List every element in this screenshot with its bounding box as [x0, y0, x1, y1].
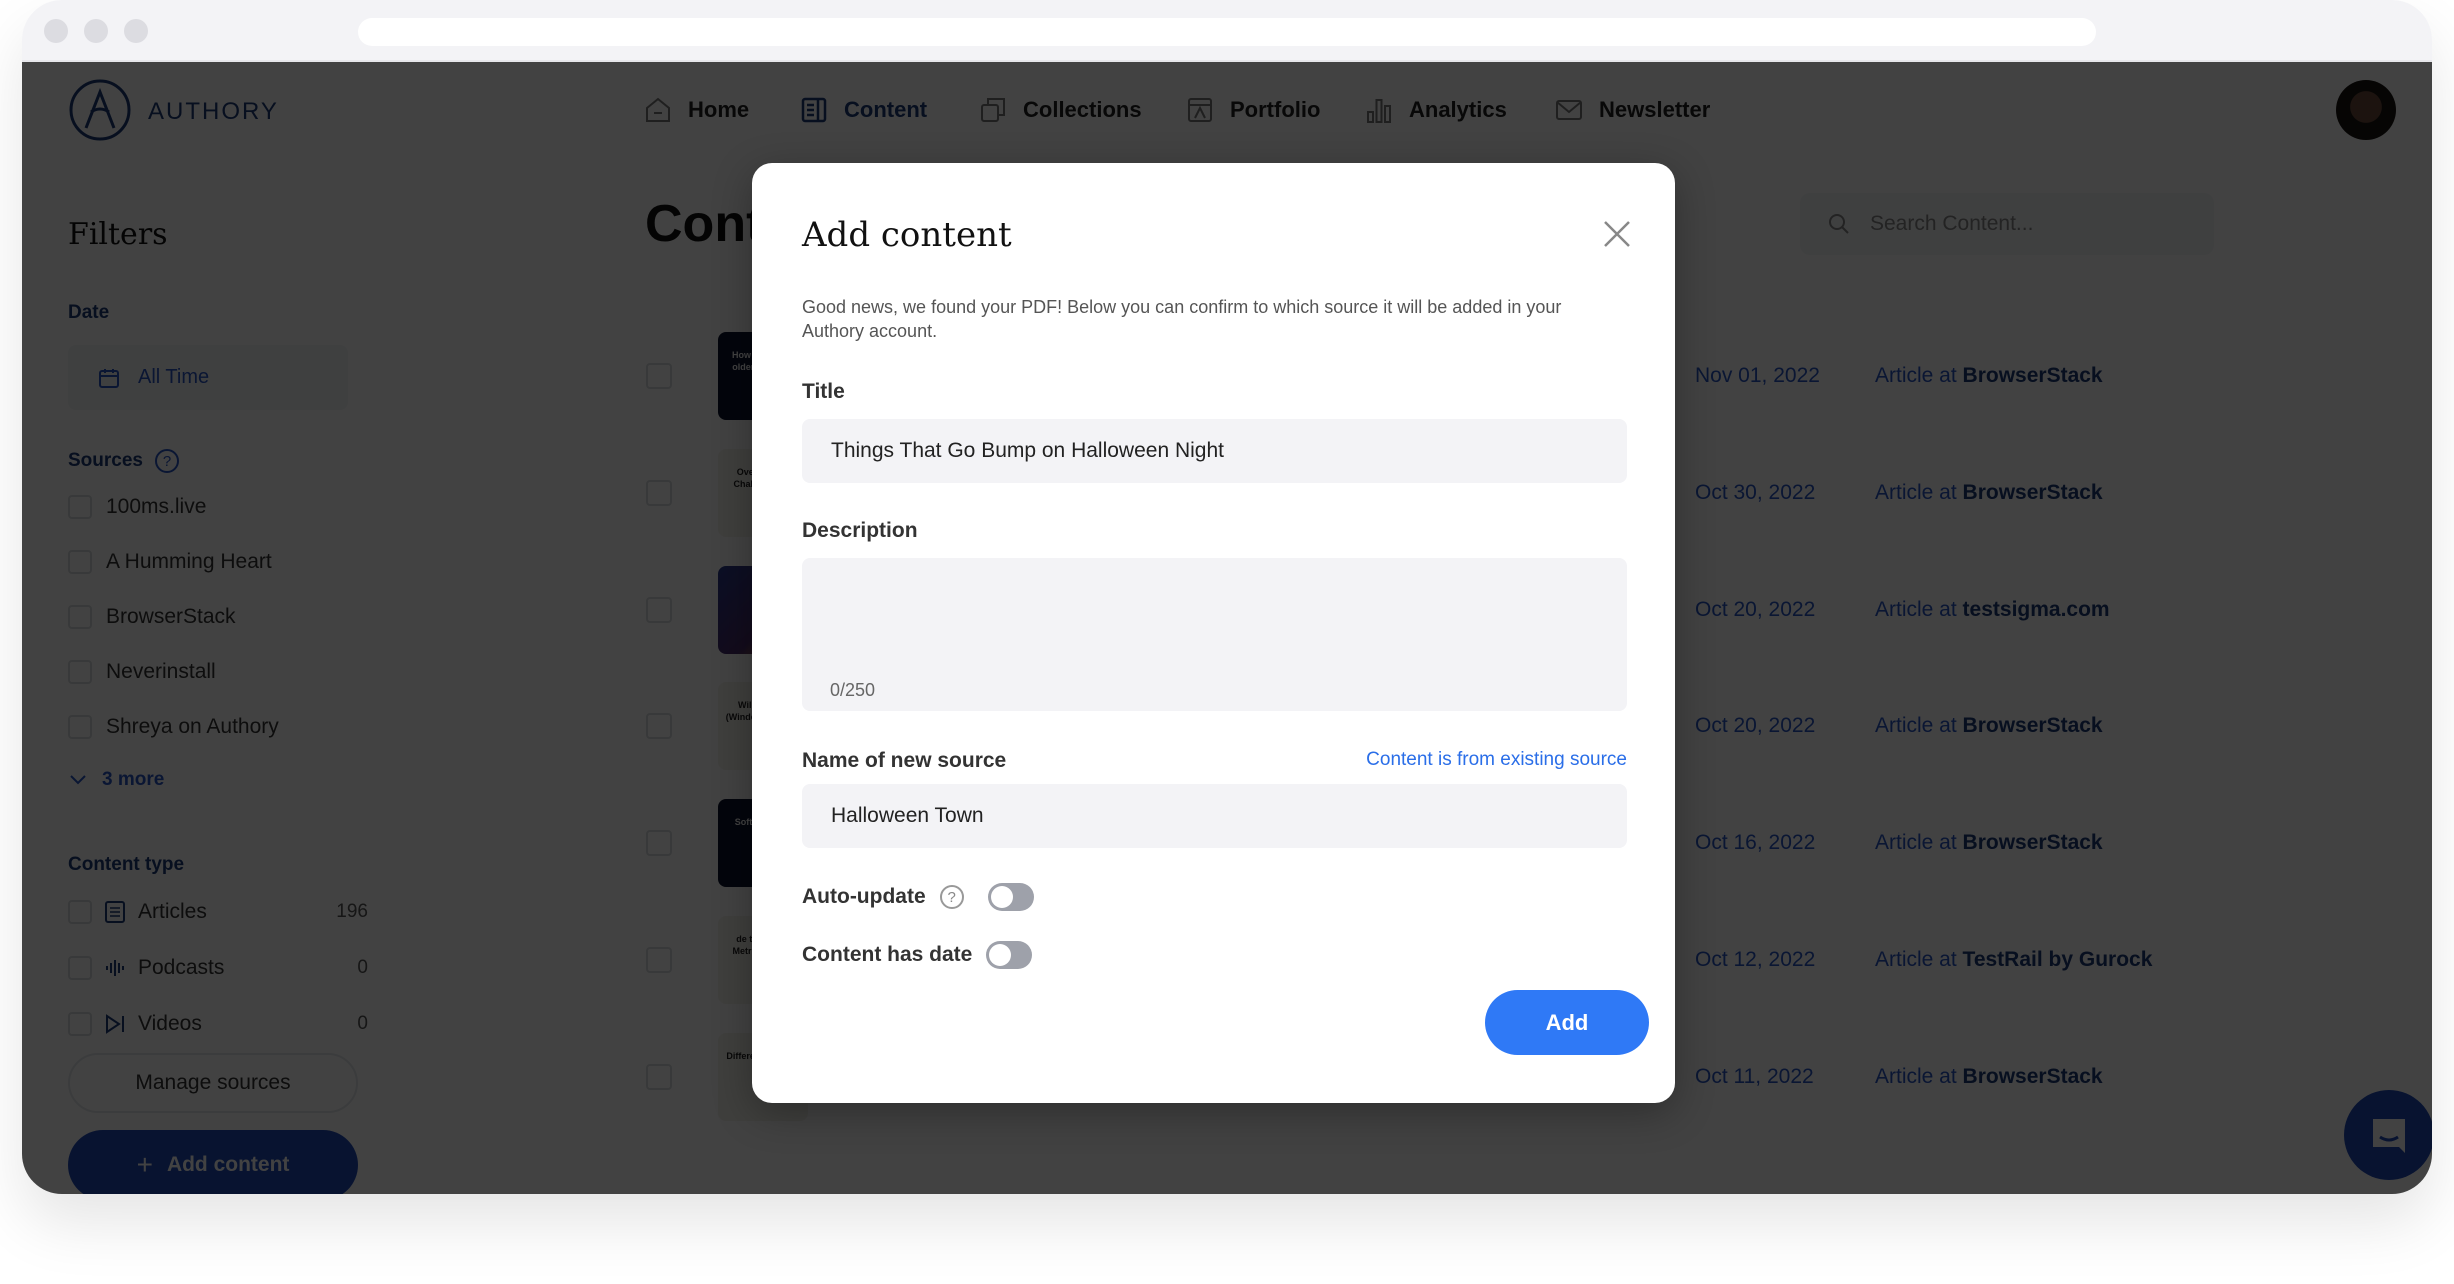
content-has-date-toggle[interactable]: [986, 941, 1033, 969]
address-bar[interactable]: [358, 18, 2096, 46]
toggle-knob: [989, 944, 1012, 966]
description-label: Description: [802, 519, 918, 542]
source-name-input[interactable]: [802, 784, 1627, 848]
close-icon[interactable]: [1602, 219, 1632, 249]
add-content-modal: Add content Good news, we found your PDF…: [752, 163, 1675, 1103]
toggle-knob: [990, 886, 1013, 908]
title-input[interactable]: [802, 419, 1627, 483]
modal-title: Add content: [802, 215, 1012, 255]
modal-description: Good news, we found your PDF! Below you …: [802, 297, 1562, 341]
content-has-date-label: Content has date: [802, 943, 973, 966]
add-button[interactable]: Add: [1485, 990, 1649, 1055]
auto-update-row: Auto-update ?: [802, 883, 1034, 911]
description-textarea[interactable]: [802, 558, 1627, 668]
browser-chrome: [22, 0, 2432, 62]
auto-update-toggle[interactable]: [987, 883, 1034, 911]
minimize-window-button[interactable]: [84, 19, 108, 43]
description-field[interactable]: 0/250: [802, 558, 1627, 711]
auto-update-help-icon[interactable]: ?: [939, 885, 964, 909]
content-has-date-row: Content has date: [802, 941, 1033, 969]
source-name-label: Name of new source: [802, 749, 1007, 772]
close-window-button[interactable]: [44, 19, 68, 43]
title-label: Title: [802, 380, 845, 403]
existing-source-link[interactable]: Content is from existing source: [1366, 749, 1627, 771]
maximize-window-button[interactable]: [124, 19, 148, 43]
description-char-count: 0/250: [830, 680, 876, 700]
auto-update-label: Auto-update: [802, 885, 926, 908]
